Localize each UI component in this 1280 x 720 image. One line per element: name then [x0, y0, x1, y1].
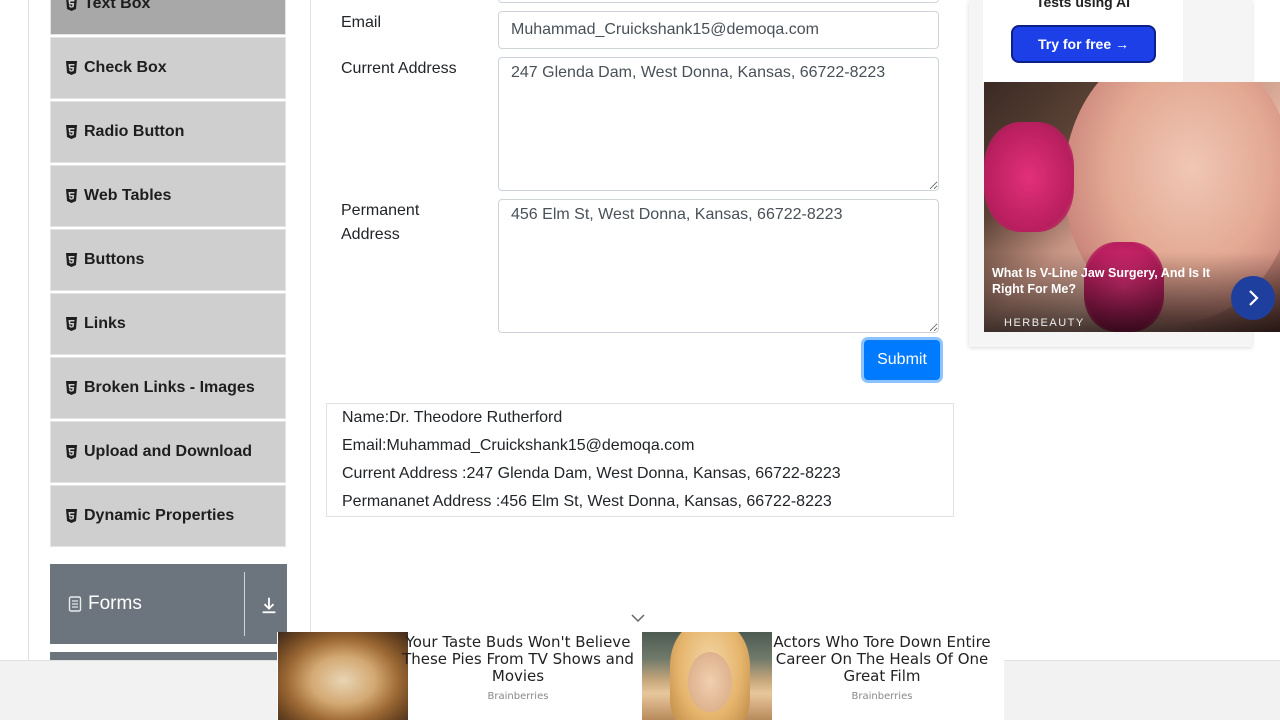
bottom-ad[interactable]: Your Taste Buds Won't Believe These Pies… [277, 632, 1004, 720]
output-panel: Name:Dr. Theodore Rutherford Email:Muham… [326, 403, 954, 517]
html5-icon [65, 0, 78, 11]
html5-icon [65, 509, 78, 523]
group-header-divider [244, 572, 245, 636]
sidebar-item-label: Text Box [84, 0, 151, 12]
html5-icon [65, 253, 78, 267]
output-permanent-address: Permananet Address :456 Elm St, West Don… [342, 493, 832, 510]
pie-image[interactable] [278, 632, 408, 720]
email-field[interactable] [498, 11, 939, 49]
submit-button[interactable]: Submit [864, 340, 940, 380]
html5-icon [65, 381, 78, 395]
group-header-forms[interactable]: Forms [50, 564, 287, 644]
sidebar-item-links[interactable]: Links [50, 293, 286, 355]
permanent-address-label: Permanent Address [341, 199, 419, 247]
current-address-label: Current Address [341, 60, 457, 77]
page: Text Box Check Box Radio Button Web Tabl… [0, 0, 1280, 720]
sidebar-item-web-tables[interactable]: Web Tables [50, 165, 286, 227]
sidebar-item-broken-links[interactable]: Broken Links - Images [50, 357, 286, 419]
full-name-input-edge[interactable] [498, 0, 939, 3]
permanent-address-label-line2: Address [341, 226, 400, 243]
actress-image[interactable] [642, 632, 772, 720]
sidebar-item-text-box[interactable]: Text Box [50, 0, 286, 35]
bottom-ad-title[interactable]: Your Taste Buds Won't Believe These Pies… [402, 634, 634, 685]
output-current-address: Current Address :247 Glenda Dam, West Do… [342, 465, 841, 482]
html5-icon [65, 317, 78, 331]
email-label: Email [341, 14, 382, 31]
html5-icon [65, 189, 78, 203]
sidebar-item-check-box[interactable]: Check Box [50, 37, 286, 99]
bottom-ad-item-2[interactable]: Actors Who Tore Down Entire Career On Th… [766, 634, 998, 703]
ad-glove-image [984, 122, 1074, 232]
sidebar-item-label: Broken Links - Images [84, 379, 255, 396]
current-address-field[interactable]: 247 Glenda Dam, West Donna, Kansas, 6672… [498, 57, 939, 191]
chevron-right-icon[interactable] [1231, 276, 1275, 320]
ad-caption[interactable]: What Is V-Line Jaw Surgery, And Is It Ri… [992, 265, 1244, 297]
ad-top-text: Tests using AI [1035, 0, 1131, 10]
sidebar-item-label: Upload and Download [84, 443, 252, 460]
download-arrow-icon[interactable] [258, 594, 280, 616]
bottom-ad-source: Brainberries [851, 691, 913, 702]
bottom-ad-item-1[interactable]: Your Taste Buds Won't Believe These Pies… [402, 634, 634, 703]
sidebar-item-label: Dynamic Properties [84, 507, 235, 524]
bottom-ad-title[interactable]: Actors Who Tore Down Entire Career On Th… [766, 634, 998, 685]
document-icon [68, 596, 82, 612]
left-divider [28, 0, 29, 720]
permanent-address-field[interactable]: 456 Elm St, West Donna, Kansas, 66722-82… [498, 199, 939, 333]
sidebar-item-label: Web Tables [84, 187, 172, 204]
sidebar-item-dynamic-properties[interactable]: Dynamic Properties [50, 485, 286, 547]
ad-image[interactable]: What Is V-Line Jaw Surgery, And Is It Ri… [984, 82, 1280, 332]
sidebar-item-buttons[interactable]: Buttons [50, 229, 286, 291]
html5-icon [65, 125, 78, 139]
ad-brand: HERBEAUTY [1004, 317, 1085, 329]
sidebar-divider [310, 0, 311, 660]
sidebar-item-label: Buttons [84, 251, 145, 268]
output-email: Email:Muhammad_Cruickshank15@demoqa.com [342, 437, 695, 454]
ad-top-panel: Tests using AI Try for free → [983, 0, 1183, 82]
group-header-label: Forms [88, 593, 142, 614]
sidebar-item-label: Check Box [84, 59, 167, 76]
output-name: Name:Dr. Theodore Rutherford [342, 409, 563, 426]
try-free-button[interactable]: Try for free → [1011, 25, 1156, 63]
sidebar-item-radio-button[interactable]: Radio Button [50, 101, 286, 163]
permanent-address-label-line1: Permanent [341, 202, 420, 219]
sidebar-item-label: Links [84, 315, 126, 332]
actress-face [688, 652, 732, 712]
bottom-ad-source: Brainberries [487, 691, 549, 702]
sidebar-item-upload-download[interactable]: Upload and Download [50, 421, 286, 483]
sidebar-item-label: Radio Button [84, 123, 185, 140]
html5-icon [65, 445, 78, 459]
html5-icon [65, 61, 78, 75]
chevron-down-icon[interactable] [629, 611, 647, 625]
